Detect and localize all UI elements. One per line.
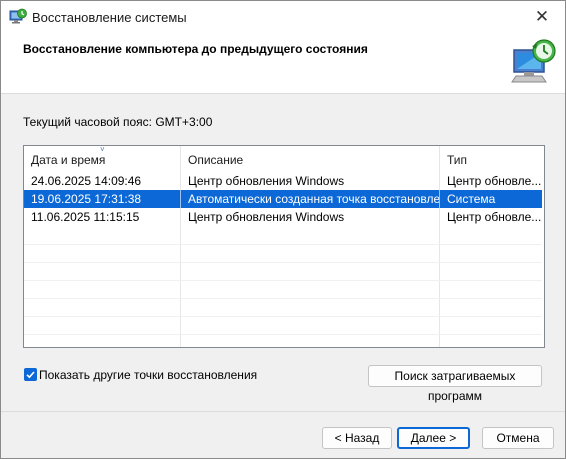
empty-row-line	[24, 316, 542, 317]
empty-row-line	[24, 334, 542, 335]
cell-type: Центр обновле...	[447, 174, 542, 188]
restore-points-table[interactable]: ˅ Дата и время Описание Тип 24.06.2025 1…	[23, 145, 545, 348]
empty-row-line	[24, 298, 542, 299]
table-row[interactable]: 11.06.2025 11:15:15 Центр обновления Win…	[24, 208, 542, 226]
cell-date: 19.06.2025 17:31:38	[31, 192, 142, 206]
timezone-label: Текущий часовой пояс: GMT+3:00	[23, 115, 213, 129]
back-button[interactable]: < Назад	[322, 427, 392, 449]
show-more-label[interactable]: Показать другие точки восстановления	[39, 368, 257, 382]
next-button[interactable]: Далее >	[397, 427, 470, 449]
window-title: Восстановление системы	[32, 10, 187, 25]
system-restore-icon	[9, 8, 27, 26]
checkmark-icon	[26, 371, 35, 379]
wizard-header: Восстановление компьютера до предыдущего…	[1, 33, 565, 94]
cancel-button[interactable]: Отмена	[482, 427, 554, 449]
cell-date: 24.06.2025 14:09:46	[31, 174, 142, 188]
column-header-date[interactable]: ˅ Дата и время	[24, 146, 180, 172]
cell-type: Система	[447, 192, 496, 206]
title-bar: Восстановление системы ✕	[1, 1, 565, 33]
computer-restore-icon	[508, 38, 558, 86]
column-header-description[interactable]: Описание	[181, 146, 439, 172]
cell-description: Автоматически созданная точка восстановл…	[188, 192, 439, 206]
close-button[interactable]: ✕	[519, 1, 565, 33]
scan-affected-programs-button[interactable]: Поиск затрагиваемых программ	[368, 365, 542, 403]
footer-divider	[1, 411, 565, 412]
cell-description: Центр обновления Windows	[188, 174, 345, 188]
cell-type: Центр обновле...	[447, 210, 542, 224]
close-icon: ✕	[534, 7, 550, 26]
empty-row-line	[24, 280, 542, 281]
page-title: Восстановление компьютера до предыдущего…	[23, 42, 368, 56]
cell-date: 11.06.2025 11:15:15	[31, 210, 140, 224]
show-more-checkbox[interactable]	[24, 368, 37, 381]
table-row-selected[interactable]: 19.06.2025 17:31:38 Автоматически создан…	[24, 190, 542, 208]
table-row[interactable]: 24.06.2025 14:09:46 Центр обновления Win…	[24, 172, 542, 190]
cell-description: Центр обновления Windows	[188, 210, 345, 224]
empty-row-line	[24, 262, 542, 263]
sort-desc-icon: ˅	[100, 145, 105, 154]
system-restore-window: Восстановление системы ✕ Восстановление …	[0, 0, 566, 459]
column-header-type[interactable]: Тип	[440, 146, 544, 172]
empty-row-line	[24, 244, 542, 245]
